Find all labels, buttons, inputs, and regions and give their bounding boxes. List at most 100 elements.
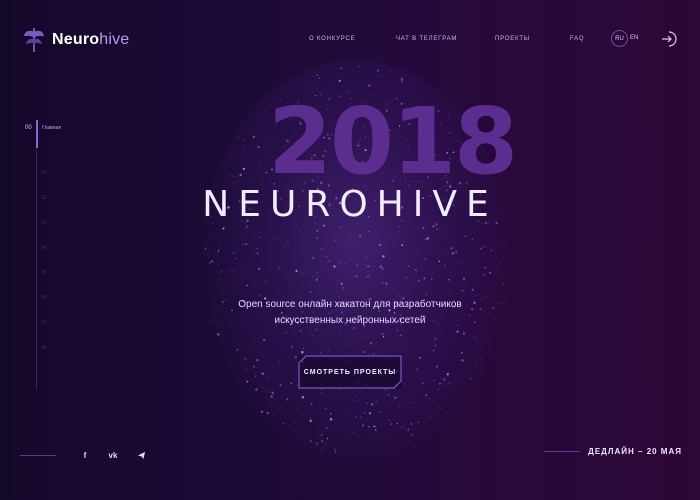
- particle-dot: [458, 284, 460, 286]
- particle-link: [254, 339, 261, 343]
- particle-dot: [367, 230, 370, 233]
- particle-dot: [245, 284, 249, 287]
- particle-dot: [382, 336, 385, 338]
- particle-dot: [241, 238, 243, 240]
- particle-dot: [368, 84, 371, 87]
- hero-year: 2018: [268, 88, 518, 195]
- rail-tick[interactable]: 05: [41, 270, 47, 276]
- nav-item-projects[interactable]: ПРОЕКТЫ: [495, 36, 530, 42]
- particle-dot: [246, 380, 249, 383]
- particle-dot: [349, 237, 352, 239]
- particle-dot: [301, 396, 305, 399]
- view-projects-button[interactable]: СМОТРЕТЬ ПРОЕКТЫ: [298, 355, 402, 389]
- particle-dot: [382, 255, 385, 258]
- particle-dot: [309, 291, 312, 294]
- particle-dot: [340, 261, 342, 263]
- particle-dot: [316, 271, 318, 274]
- hero-subtitle-line1: Open source онлайн хакатон для разработч…: [238, 299, 462, 310]
- particle-dot: [377, 69, 379, 72]
- particle-dot: [239, 173, 242, 177]
- rail-tick[interactable]: 07: [41, 320, 47, 326]
- particle-dot: [253, 270, 255, 271]
- particle-dot: [417, 279, 421, 282]
- particle-link: [404, 437, 416, 448]
- particle-dot: [219, 279, 221, 281]
- particle-dot: [407, 428, 410, 431]
- particle-dot: [336, 233, 338, 235]
- particle-dot: [220, 270, 223, 273]
- particle-dot: [440, 408, 442, 410]
- particle-dot: [409, 402, 412, 404]
- particle-dot: [400, 334, 402, 337]
- particle-dot: [286, 398, 289, 401]
- particle-dot: [255, 375, 257, 377]
- lang-en-button[interactable]: EN: [630, 35, 638, 41]
- particle-dot: [243, 139, 246, 141]
- particle-dot: [417, 421, 419, 424]
- particle-dot: [381, 282, 384, 284]
- particle-dot: [358, 65, 361, 68]
- particle-dot: [347, 245, 349, 247]
- rail-current-label[interactable]: Главная: [42, 125, 61, 131]
- rail-tick[interactable]: 08: [41, 345, 47, 351]
- particle-dot: [246, 367, 248, 370]
- nav-item-about[interactable]: О КОНКУРСЕ: [309, 36, 355, 42]
- facebook-icon[interactable]: f: [78, 448, 92, 462]
- rail-tick[interactable]: 06: [41, 295, 47, 301]
- particle-dot: [390, 423, 393, 426]
- particle-dot: [342, 287, 345, 289]
- particle-dot: [320, 261, 322, 263]
- particle-dot: [299, 329, 303, 333]
- particle-dot: [363, 412, 366, 414]
- lang-ru-button[interactable]: RU: [611, 30, 628, 47]
- particle-dot: [461, 289, 464, 292]
- rail-tick[interactable]: 04: [41, 245, 47, 251]
- particle-dot: [329, 412, 332, 415]
- particle-dot: [355, 395, 357, 396]
- particle-dot: [471, 288, 475, 292]
- hero-subtitle: Open source онлайн хакатон для разработч…: [0, 297, 700, 329]
- nav-item-telegram-chat[interactable]: ЧАТ В ТЕЛЕГРАМ: [396, 36, 457, 42]
- particle-dot: [355, 275, 358, 278]
- particle-dot: [278, 361, 280, 363]
- particle-dot: [237, 136, 240, 139]
- particle-dot: [429, 416, 432, 418]
- particle-dot: [207, 254, 209, 257]
- rail-tick[interactable]: 03: [41, 220, 47, 226]
- particle-dot: [316, 74, 319, 77]
- particle-link: [428, 265, 440, 278]
- vk-icon[interactable]: vk: [106, 448, 120, 462]
- particle-dot: [370, 403, 374, 406]
- particle-dot: [408, 231, 410, 234]
- telegram-icon[interactable]: [134, 448, 148, 462]
- particle-dot: [249, 177, 252, 179]
- social-divider: [20, 454, 56, 456]
- particle-dot: [371, 435, 373, 437]
- particle-dot: [293, 428, 295, 430]
- login-icon[interactable]: [660, 30, 678, 48]
- particle-dot: [444, 411, 446, 413]
- rail-tick[interactable]: 01: [41, 170, 47, 176]
- particle-dot: [242, 268, 244, 270]
- particle-dot: [388, 284, 390, 286]
- particle-dot: [378, 243, 382, 247]
- rail-tick[interactable]: 02: [41, 195, 47, 201]
- particle-link: [408, 411, 413, 415]
- rail-current-number: 00: [25, 125, 32, 131]
- particle-dot: [334, 451, 336, 453]
- deadline-info: ДЕДЛАЙН – 20 МАЯ: [544, 447, 682, 456]
- particle-link: [475, 279, 478, 281]
- particle-dot: [418, 356, 421, 359]
- particle-dot: [400, 77, 404, 81]
- particle-dot: [359, 235, 362, 238]
- particle-dot: [435, 365, 439, 368]
- particle-dot: [217, 333, 220, 336]
- nav-item-faq[interactable]: FAQ: [570, 36, 584, 42]
- particle-link: [302, 269, 309, 276]
- particle-dot: [261, 372, 265, 375]
- particle-link: [250, 244, 258, 249]
- particle-dot: [326, 437, 329, 440]
- particle-dot: [353, 431, 355, 434]
- particle-dot: [339, 226, 342, 229]
- hero-subtitle-line2: искусственных нейронных сетей: [274, 315, 426, 326]
